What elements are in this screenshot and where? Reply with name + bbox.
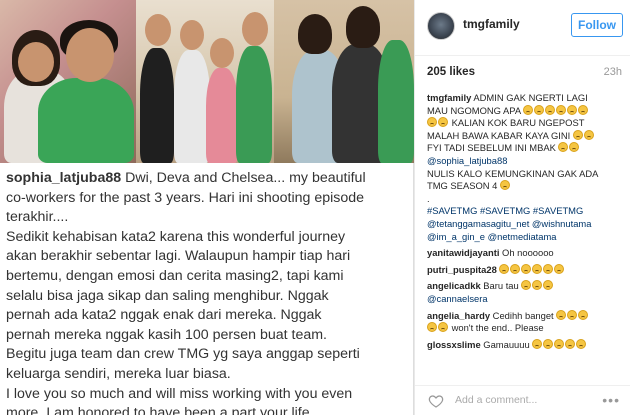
- crying-emoji-icon: [556, 104, 567, 115]
- avatar[interactable]: [427, 12, 455, 40]
- comments-list: tmgfamily ADMIN GAK NGERTI LAGI MAU NGOM…: [427, 92, 625, 355]
- caption-line: selalu bisa jaga sikap dan saling menghi…: [6, 287, 329, 304]
- crying-emoji-icon: [565, 338, 576, 349]
- crying-emoji-icon: [510, 263, 521, 274]
- caption-line: I love you so much and will miss working…: [6, 385, 353, 402]
- account-name[interactable]: tmgfamily: [463, 17, 520, 31]
- list-item: yanitawidjayanti Oh noooooo: [427, 247, 625, 260]
- caption-line: more. I am honored to have been a part y…: [6, 405, 314, 415]
- comment-text: MALAH BAWA KABAR KAYA GINI: [427, 129, 571, 141]
- caption-line: Dwi, Deva and Chelsea... my beautiful: [125, 170, 366, 186]
- mention-link[interactable]: @cannaelsera: [427, 293, 488, 304]
- caption-line: co-workers for the past 3 years. Hari in…: [6, 189, 365, 206]
- crying-emoji-icon: [556, 309, 567, 320]
- likes-count[interactable]: 205 likes: [427, 66, 475, 78]
- post-caption: sophia_latjuba88 Dwi, Deva and Chelsea..…: [6, 169, 410, 415]
- sad-emoji-icon: [543, 280, 554, 291]
- list-item: angelicadkk Baru tau @cannaelsera: [427, 280, 625, 305]
- caption-username[interactable]: sophia_latjuba88: [6, 170, 121, 186]
- crying-emoji-icon: [532, 338, 543, 349]
- photo-panel-2: [136, 0, 274, 163]
- mention-link[interactable]: @im_a_gin_e @netmediatama: [427, 231, 557, 242]
- caption-line: terakhir....: [6, 209, 69, 226]
- caption-line: Sedikit kehabisan kata2 karena this wond…: [6, 228, 346, 245]
- list-item: angelia_hardy Cedihh banget won't the en…: [427, 309, 625, 335]
- more-options-icon[interactable]: •••: [602, 392, 620, 408]
- photo-panel-1: [0, 0, 136, 163]
- crying-emoji-icon: [438, 322, 448, 333]
- crying-emoji-icon: [534, 104, 545, 115]
- crying-emoji-icon: [438, 117, 448, 128]
- crying-emoji-icon: [427, 117, 437, 128]
- crying-emoji-icon: [572, 129, 583, 140]
- crying-emoji-icon: [558, 142, 569, 153]
- post-header: tmgfamily Follow: [415, 0, 630, 56]
- caption-line: akan berakhir sebentar lagi. Walaupun ha…: [6, 248, 351, 265]
- comment-text: KALIAN KOK BARU NGEPOST: [451, 117, 585, 129]
- post-photo[interactable]: [0, 0, 414, 163]
- crying-emoji-icon: [543, 338, 554, 349]
- list-item: tmgfamily ADMIN GAK NGERTI LAGI MAU NGOM…: [427, 92, 625, 243]
- comment-username[interactable]: glossxslime: [427, 339, 481, 350]
- comment-text: Cedihh banget: [492, 309, 554, 321]
- post-left-panel: sophia_latjuba88 Dwi, Deva and Chelsea..…: [0, 0, 414, 415]
- comment-username[interactable]: angelicadkk: [427, 280, 481, 291]
- comment-text: NULIS KALO KEMUNGKINAN GAK ADA: [427, 167, 599, 179]
- comment-text: Oh noooooo: [502, 247, 554, 259]
- caption-line: keluarga sendiri, mereka luar biasa.: [6, 365, 231, 382]
- post-right-panel: tmgfamily Follow 205 likes 23h tmgfamily…: [415, 0, 630, 415]
- crying-emoji-icon: [554, 338, 565, 349]
- comment-text: Baru tau: [483, 280, 519, 292]
- crying-emoji-icon: [567, 104, 578, 115]
- crying-emoji-icon: [532, 263, 543, 274]
- comment-text: .: [427, 192, 430, 204]
- crying-emoji-icon: [567, 309, 578, 320]
- crying-emoji-icon: [569, 142, 580, 153]
- crying-emoji-icon: [543, 263, 554, 274]
- crying-emoji-icon: [545, 104, 556, 115]
- comment-username[interactable]: putri_puspita28: [427, 264, 497, 275]
- comment-text: FYI TADI SEBELUM INI MBAK: [427, 142, 556, 154]
- caption-line: Begitu juga team dan crew TMG yg saya an…: [6, 346, 360, 363]
- photo-panel-3: [274, 0, 414, 163]
- follow-button[interactable]: Follow: [571, 13, 623, 37]
- sad-emoji-icon: [532, 280, 543, 291]
- comment-text: ADMIN GAK NGERTI LAGI: [473, 92, 588, 103]
- comment-username[interactable]: tmgfamily: [427, 92, 471, 103]
- comment-text: MAU NGOMONG APA: [427, 104, 521, 116]
- timestamp: 23h: [603, 66, 622, 78]
- list-item: putri_puspita28: [427, 263, 625, 277]
- crying-emoji-icon: [521, 263, 532, 274]
- caption-line: pernah mereka nggak kasih 100 persen bua…: [6, 326, 327, 343]
- comment-text: won't the end.. Please: [451, 322, 544, 334]
- crying-emoji-icon: [576, 338, 587, 349]
- crying-emoji-icon: [499, 263, 510, 274]
- add-comment-input[interactable]: Add a comment...: [455, 394, 537, 406]
- crying-emoji-icon: [578, 104, 589, 115]
- caption-line: pernah ada kata2 nggak enak dari mereka.…: [6, 307, 322, 324]
- crying-emoji-icon: [499, 180, 510, 191]
- comment-text: Gamauuuu: [483, 338, 530, 350]
- comment-username[interactable]: angelia_hardy: [427, 310, 490, 321]
- comment-text: TMG SEASON 4: [427, 180, 498, 192]
- list-item: glossxslime Gamauuuu: [427, 338, 625, 352]
- crying-emoji-icon: [583, 129, 594, 140]
- heart-icon[interactable]: [428, 393, 444, 409]
- comment-username[interactable]: yanitawidjayanti: [427, 247, 499, 258]
- comment-footer: Add a comment... •••: [415, 385, 630, 415]
- mention-link[interactable]: @sophia_latjuba88: [427, 155, 507, 166]
- crying-emoji-icon: [578, 309, 589, 320]
- crying-emoji-icon: [523, 104, 534, 115]
- crying-emoji-icon: [427, 322, 437, 333]
- caption-line: bertemu, dengan emosi dan cerita masing2…: [6, 267, 344, 284]
- hashtag-link[interactable]: #SAVETMG #SAVETMG #SAVETMG: [427, 205, 583, 216]
- sad-emoji-icon: [521, 280, 532, 291]
- mention-link[interactable]: @tetanggamasagitu_net @wishnutama: [427, 218, 591, 229]
- crying-emoji-icon: [554, 263, 565, 274]
